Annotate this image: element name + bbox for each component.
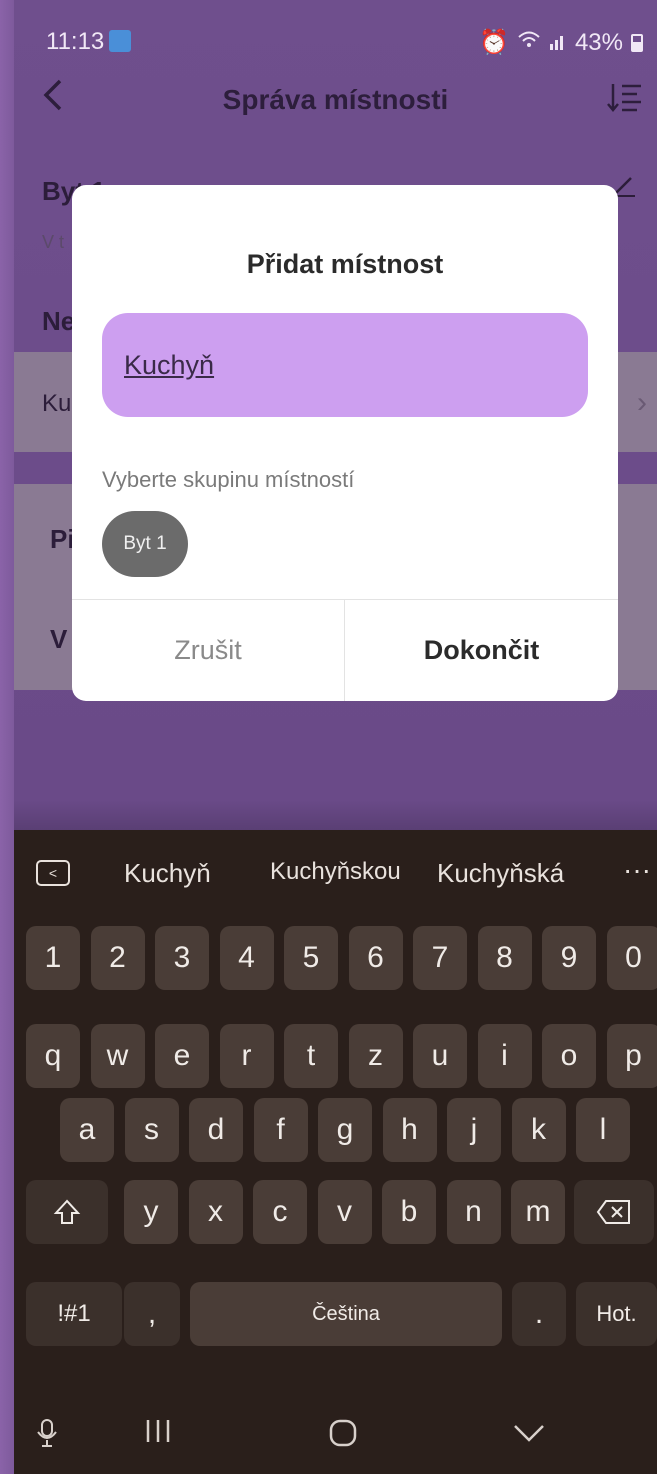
suggestion-bar: < Kuchyň Kuchyňskou Kuchyňská ···	[14, 830, 657, 914]
notification-icon	[109, 30, 131, 52]
page-title: Správa místnosti	[222, 84, 449, 115]
key-y[interactable]: y	[124, 1180, 178, 1244]
key-j[interactable]: j	[447, 1098, 501, 1162]
key-u[interactable]: u	[413, 1024, 467, 1088]
screen: 11:13 ⏰ 43% Správa místnosti Byt 1 V t N…	[14, 0, 657, 1474]
key-a[interactable]: a	[60, 1098, 114, 1162]
key-4[interactable]: 4	[219, 926, 274, 990]
dialog-title: Přidat místnost	[246, 249, 444, 279]
battery-percent: 43%	[574, 28, 623, 56]
key-6[interactable]: 6	[348, 926, 403, 990]
key-r[interactable]: r	[219, 1024, 274, 1088]
cancel-button[interactable]: Zrušit	[72, 599, 344, 701]
wifi-icon	[517, 29, 541, 57]
action-other[interactable]: V	[50, 624, 67, 655]
key-l[interactable]: l	[576, 1098, 630, 1162]
microphone-icon[interactable]	[36, 1418, 58, 1456]
keyboard: < Kuchyň Kuchyňskou Kuchyňská ··· 123456…	[14, 830, 657, 1474]
key-w[interactable]: w	[90, 1024, 145, 1088]
key-b[interactable]: b	[382, 1180, 436, 1244]
key-v[interactable]: v	[317, 1180, 372, 1244]
section-label: Ne	[42, 306, 76, 336]
hide-keyboard-icon[interactable]	[512, 1418, 546, 1452]
room-row-label: Ku	[42, 390, 72, 417]
battery-icon	[631, 33, 643, 52]
add-room-dialog: Přidat místnost Vyberte skupinu místnost…	[72, 185, 618, 701]
suggestion-3[interactable]: Kuchyňská	[437, 858, 564, 889]
period-key[interactable]: .	[512, 1282, 566, 1346]
suggestion-2[interactable]: Kuchyňskou	[270, 858, 401, 886]
group-select-label: Vyberte skupinu místností	[102, 467, 355, 492]
sort-icon[interactable]	[607, 82, 643, 122]
done-button[interactable]: Dokončit	[345, 599, 618, 701]
shift-icon[interactable]	[26, 1180, 108, 1244]
key-k[interactable]: k	[511, 1098, 566, 1162]
key-z[interactable]: z	[348, 1024, 403, 1088]
key-i[interactable]: i	[477, 1024, 532, 1088]
space-key[interactable]: Čeština	[190, 1282, 502, 1346]
key-f[interactable]: f	[253, 1098, 308, 1162]
key-h[interactable]: h	[382, 1098, 437, 1162]
key-0[interactable]: 0	[606, 926, 657, 990]
key-t[interactable]: t	[284, 1024, 338, 1088]
collapse-toolbar-icon[interactable]: <	[36, 860, 70, 886]
key-5[interactable]: 5	[284, 926, 338, 990]
room-name-field[interactable]	[102, 313, 588, 417]
app-header: Správa místnosti	[14, 70, 657, 130]
key-c[interactable]: c	[253, 1180, 307, 1244]
navigation-bar	[14, 1400, 657, 1474]
key-q[interactable]: q	[26, 1024, 80, 1088]
status-bar: 11:13 ⏰ 43%	[14, 0, 657, 80]
key-n[interactable]: n	[446, 1180, 501, 1244]
room-name-input[interactable]	[124, 343, 564, 387]
suggestion-1[interactable]: Kuchyň	[124, 858, 211, 889]
group-subtitle: V t	[42, 232, 65, 252]
backspace-icon[interactable]	[574, 1180, 654, 1244]
key-7[interactable]: 7	[413, 926, 467, 990]
key-m[interactable]: m	[511, 1180, 565, 1244]
hot-key[interactable]: Hot.	[576, 1282, 657, 1346]
comma-key[interactable]: ,	[124, 1282, 180, 1346]
key-3[interactable]: 3	[155, 926, 209, 990]
alarm-icon: ⏰	[479, 29, 509, 56]
key-2[interactable]: 2	[90, 926, 145, 990]
action-add[interactable]: Pi	[50, 524, 75, 555]
key-d[interactable]: d	[189, 1098, 243, 1162]
key-s[interactable]: s	[124, 1098, 179, 1162]
key-x[interactable]: x	[188, 1180, 243, 1244]
key-o[interactable]: o	[542, 1024, 596, 1088]
key-p[interactable]: p	[606, 1024, 657, 1088]
key-e[interactable]: e	[155, 1024, 209, 1088]
status-time: 11:13	[46, 28, 105, 55]
group-chip[interactable]: Byt 1	[102, 511, 188, 577]
key-8[interactable]: 8	[477, 926, 532, 990]
key-1[interactable]: 1	[26, 926, 80, 990]
recent-apps-icon[interactable]	[144, 1418, 172, 1452]
home-icon[interactable]	[328, 1418, 358, 1456]
key-g[interactable]: g	[318, 1098, 372, 1162]
symbols-key[interactable]: !#1	[26, 1282, 122, 1346]
key-9[interactable]: 9	[542, 926, 596, 990]
signal-icon	[549, 29, 567, 57]
chevron-right-icon: ›	[637, 386, 647, 419]
more-options-icon[interactable]: ···	[623, 854, 651, 886]
status-right: ⏰ 43%	[479, 28, 643, 57]
